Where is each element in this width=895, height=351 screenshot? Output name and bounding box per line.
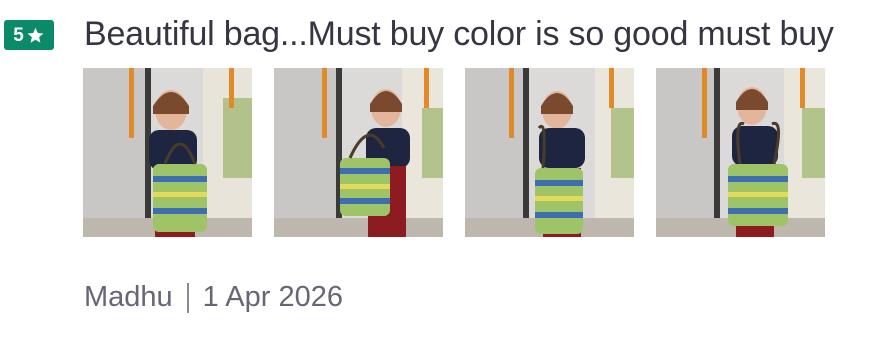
review-photo[interactable] <box>274 68 443 237</box>
meta-divider <box>186 282 189 313</box>
review-card: 5 Beautiful bag...Must buy color is so g… <box>0 0 895 351</box>
rating-badge: 5 <box>4 20 54 50</box>
rating-value: 5 <box>13 24 24 46</box>
review-photo[interactable] <box>465 68 634 237</box>
review-title: Beautiful bag...Must buy color is so goo… <box>84 15 834 53</box>
photo-image <box>656 68 825 237</box>
photo-image <box>83 68 252 237</box>
star-icon <box>26 26 45 45</box>
review-photos <box>83 68 825 237</box>
photo-image <box>465 68 634 237</box>
review-photo[interactable] <box>656 68 825 237</box>
reviewer-name: Madhu <box>84 281 173 313</box>
photo-image <box>274 68 443 237</box>
review-date: 1 Apr 2026 <box>202 281 343 313</box>
review-meta: Madhu 1 Apr 2026 <box>84 281 343 314</box>
review-photo[interactable] <box>83 68 252 237</box>
